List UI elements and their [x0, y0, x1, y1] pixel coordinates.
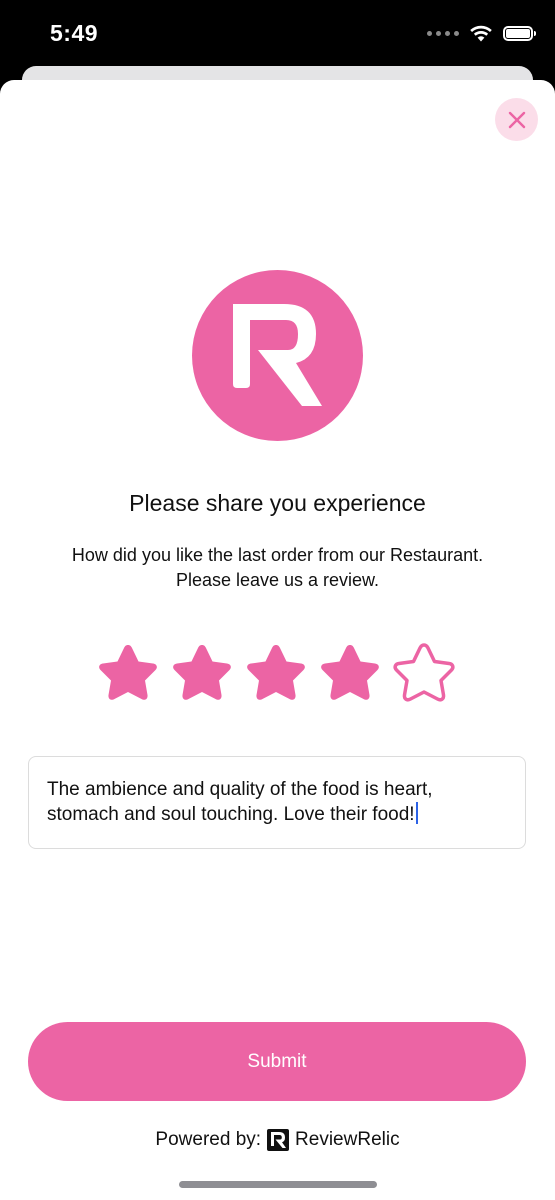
subtitle-line-1: How did you like the last order from our…: [71, 545, 484, 565]
close-icon: [508, 111, 525, 128]
star-filled-icon[interactable]: [317, 640, 383, 706]
review-text-field[interactable]: The ambience and quality of the food is …: [28, 756, 526, 849]
star-filled-icon[interactable]: [169, 640, 235, 706]
star-outline-icon[interactable]: [391, 640, 457, 706]
text-caret: [415, 802, 418, 824]
review-relic-mark-icon: [267, 1129, 290, 1151]
brand-name: ReviewRelic: [295, 1129, 400, 1150]
battery-icon: [503, 25, 536, 41]
signal-dots-icon: [427, 30, 459, 36]
wifi-icon: [470, 25, 492, 42]
star-filled-icon[interactable]: [95, 640, 161, 706]
powered-by: Powered by: ReviewRelic: [0, 1129, 555, 1151]
page-subtitle: How did you like the last order from our…: [20, 543, 535, 593]
close-button[interactable]: [495, 98, 538, 141]
star-rating: [95, 640, 457, 706]
subtitle-line-2: Please leave us a review.: [175, 570, 380, 590]
review-relic-logo-icon: [192, 270, 363, 441]
star-filled-icon[interactable]: [243, 640, 309, 706]
status-icons: [427, 24, 536, 42]
submit-button[interactable]: Submit: [28, 1022, 526, 1101]
page-title: Please share you experience: [129, 490, 426, 516]
review-text: The ambience and quality of the food is …: [47, 779, 433, 825]
powered-by-label: Powered by:: [155, 1129, 262, 1150]
home-indicator: [179, 1181, 377, 1188]
status-bar: 5:49: [0, 0, 555, 70]
status-time: 5:49: [50, 20, 99, 46]
